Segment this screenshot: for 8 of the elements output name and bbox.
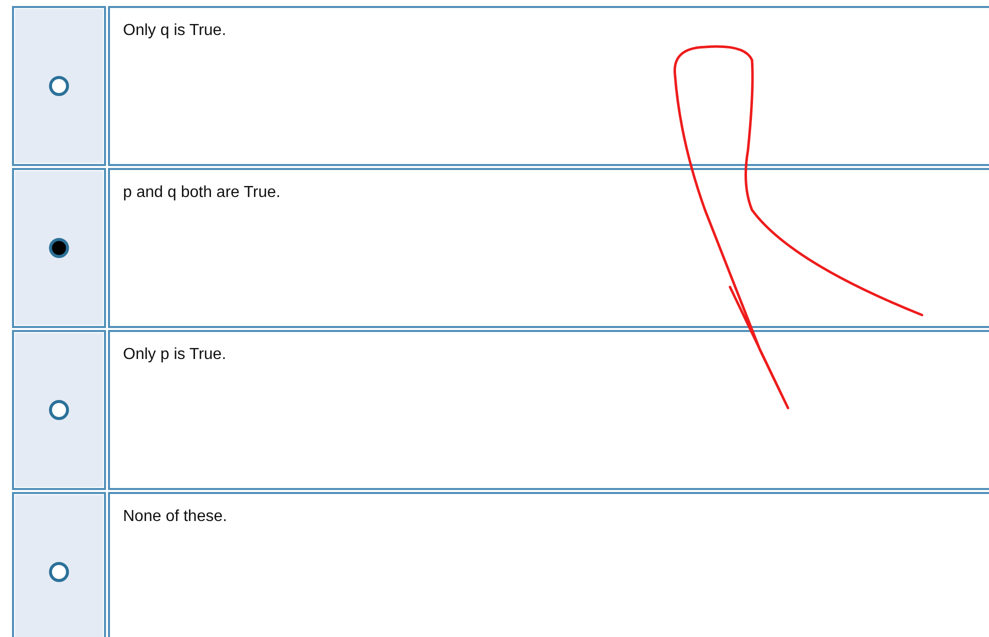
answer-text: Only q is True.	[123, 22, 226, 39]
radio-button[interactable]	[49, 562, 69, 582]
radio-button[interactable]	[49, 400, 69, 420]
answer-text: Only p is True.	[123, 346, 226, 363]
answer-text: p and q both are True.	[123, 184, 280, 201]
radio-button[interactable]	[49, 238, 69, 258]
radio-button[interactable]	[49, 76, 69, 96]
answer-text: None of these.	[123, 508, 228, 525]
